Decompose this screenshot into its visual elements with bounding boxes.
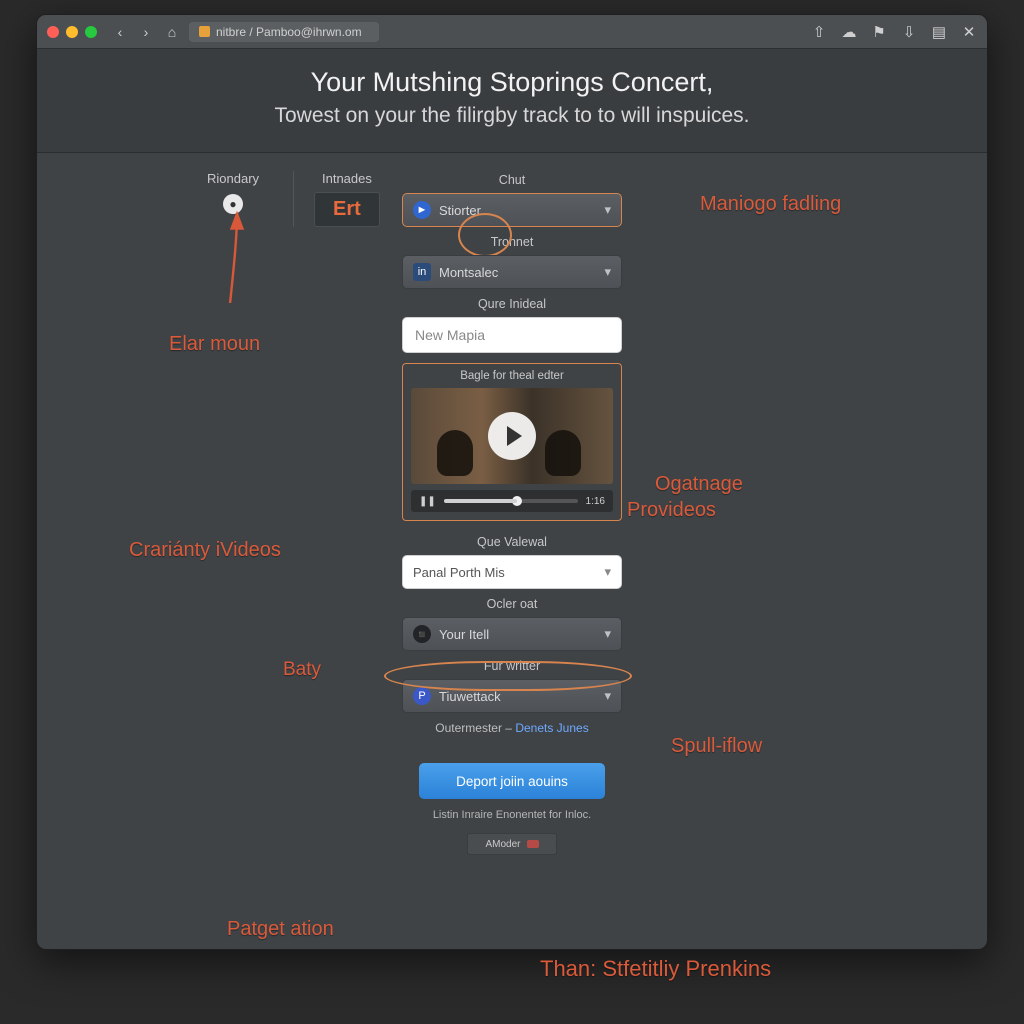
annotation-elar: Elar moun [169,333,260,356]
video-block: Bagle for theal edter ❚❚ 1:16 [402,363,622,521]
form-column: Chut ► Stiorter ▾ Tronnet in Montsalec ▾… [402,161,622,855]
close-icon[interactable] [47,26,59,38]
annotation-circle-chut [458,213,512,257]
primary-cta-button[interactable]: Deport joiin aouins [419,763,605,799]
qure-input[interactable]: New Mapia [402,317,622,353]
annotation-baty: Baty [283,659,321,681]
chevron-down-icon: ▾ [604,202,611,218]
maximize-icon[interactable] [85,26,97,38]
top-tokens: Riondary ● Intnades Ert [207,171,380,227]
thumb-figure [545,430,581,476]
tabs-icon[interactable]: ▤ [931,23,947,41]
video-scrubber[interactable] [444,499,578,503]
chip-label: AModer [485,839,520,850]
favicon-icon [199,26,210,37]
ocler-dropdown[interactable]: ◾ Your Itell ▾ [402,617,622,651]
renner-value: Montsalec [439,265,498,280]
page-title: Your Mutshing Stoprings Concert, [57,67,967,98]
annotation-spull: Spull-iflow [671,735,762,758]
cloud-icon[interactable]: ☁ [841,23,857,41]
fine-print: Listin Inraire Enonentet for Inloc. [402,809,622,821]
renner-dropdown[interactable]: in Montsalec ▾ [402,255,622,289]
play-button[interactable] [488,412,536,460]
chevron-down-icon: ▾ [604,626,611,642]
page-subtitle: Towest on your the filirgby track to to … [57,104,967,128]
chevron-down-icon: ▾ [604,688,611,704]
annotation-than: Than: Stfetitliy Prenkins [540,956,771,982]
home-icon[interactable]: ⌂ [163,24,181,40]
video-thumbnail[interactable] [411,388,613,484]
page-body: Riondary ● Intnades Ert Chut ► Stiorter … [37,153,987,937]
ert-box[interactable]: Ert [314,192,380,227]
back-icon[interactable]: ‹ [111,24,129,40]
tag-icon[interactable]: ⚑ [871,23,887,41]
chut-label: Chut [402,173,622,187]
ocler-icon: ◾ [413,625,431,643]
renner-label: Tronnet [402,235,622,249]
forward-icon[interactable]: › [137,24,155,40]
chevron-down-icon: ▾ [604,264,611,280]
annotation-manigo: Maniogo fadling [700,193,841,216]
renner-icon: in [413,263,431,281]
amoder-chip[interactable]: AModer [467,833,557,855]
download-icon[interactable]: ⇩ [901,23,917,41]
annotation-ogatnage: Ogatnage [655,473,743,496]
footer-link-right[interactable]: Denets Junes [515,721,588,735]
toolbar-right: ⇧ ☁ ⚑ ⇩ ▤ ✕ [811,23,977,41]
video-controls: ❚❚ 1:16 [411,490,613,512]
chut-icon: ► [413,201,431,219]
page-header: Your Mutshing Stoprings Concert, Towest … [37,49,987,153]
riondary-label: Riondary [207,171,259,186]
video-caption: Bagle for theal edter [411,370,613,382]
ocler-value: Your Itell [439,627,489,642]
quev-value: Panal Porth Mis [413,565,505,580]
annotation-crarianty: Crariánty iVideos [129,539,281,562]
ocler-label: Ocler oat [402,597,622,611]
chut-dropdown[interactable]: ► Stiorter ▾ [402,193,622,227]
window-controls [47,26,97,38]
thumb-figure [437,430,473,476]
fur-icon: P [413,687,431,705]
url-text: nitbre / Pamboo@ihrwn.om [216,25,362,39]
close-tab-icon[interactable]: ✕ [961,23,977,41]
ert-value: Ert [333,198,361,220]
quev-dropdown[interactable]: Panal Porth Mis ▾ [402,555,622,589]
cta-label: Deport joiin aouins [456,774,568,789]
qure-label: Qure Inideal [402,297,622,311]
footer-link-left: Outermester [435,721,502,735]
url-bar[interactable]: nitbre / Pamboo@ihrwn.om [189,22,379,42]
app-window: ‹ › ⌂ nitbre / Pamboo@ihrwn.om ⇧ ☁ ⚑ ⇩ ▤… [36,14,988,950]
annotation-oval-fur [384,661,632,691]
titlebar: ‹ › ⌂ nitbre / Pamboo@ihrwn.om ⇧ ☁ ⚑ ⇩ ▤… [37,15,987,49]
quev-label: Que Valewal [402,535,622,549]
intnades-label: Intnades [314,171,380,186]
qure-placeholder: New Mapia [415,327,485,343]
chip-flag-icon [527,840,539,848]
play-icon [507,426,522,446]
minimize-icon[interactable] [66,26,78,38]
pause-icon[interactable]: ❚❚ [419,496,436,507]
scrubber-knob[interactable] [512,496,522,506]
footer-links: Outermester – Denets Junes [402,721,622,735]
riondary-token[interactable]: ● [223,194,243,214]
chevron-down-icon: ▾ [604,564,611,580]
share-icon[interactable]: ⇧ [811,23,827,41]
annotation-patget: Patget ation [227,918,334,941]
video-time: 1:16 [586,496,605,507]
annotation-provideos: Provideos [627,499,716,522]
